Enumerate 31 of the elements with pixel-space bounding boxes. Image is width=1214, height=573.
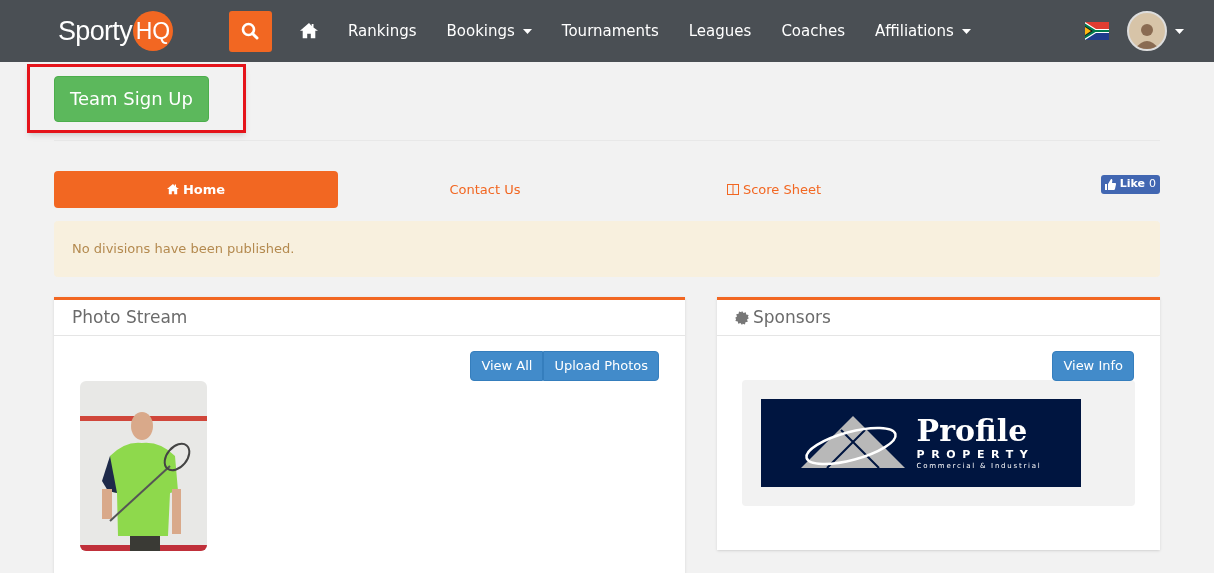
- panel-title: Photo Stream: [72, 305, 188, 329]
- view-info-button[interactable]: View Info: [1052, 351, 1134, 381]
- home-icon: [300, 23, 318, 39]
- nav-link[interactable]: Bookings: [431, 11, 547, 51]
- nav-link[interactable]: Coaches: [766, 11, 860, 51]
- avatar[interactable]: [1127, 11, 1167, 51]
- nav-link[interactable]: Tournaments: [546, 11, 674, 51]
- caret-icon: [522, 28, 532, 34]
- photo-button[interactable]: View All: [470, 351, 544, 381]
- like-button[interactable]: Like 0: [1100, 175, 1160, 194]
- sponsor-line: PROPERTY: [916, 449, 1036, 460]
- panel-title: Sponsors: [753, 305, 831, 329]
- nav-link[interactable]: Affiliations: [860, 11, 986, 51]
- caret-icon: [1175, 28, 1184, 34]
- home-icon: [166, 184, 179, 195]
- badge-icon: [735, 310, 750, 325]
- photo-button[interactable]: Upload Photos: [543, 351, 660, 381]
- nav-link[interactable]: Leagues: [673, 11, 767, 51]
- search-icon: [241, 22, 260, 40]
- thumbs-up-icon: [1104, 179, 1116, 190]
- sponsor-name: Profile: [916, 416, 1029, 446]
- flag-icon[interactable]: [1085, 22, 1109, 40]
- alert: No divisions have been published.: [54, 221, 1160, 277]
- logo[interactable]: SportyHQ: [58, 10, 173, 52]
- search-button[interactable]: [229, 10, 272, 52]
- nav-link[interactable]: Rankings: [333, 11, 432, 51]
- logo-word: Sporty: [58, 14, 132, 48]
- columns-icon: [726, 184, 739, 195]
- caret-icon: [961, 28, 971, 34]
- pyramid-icon: [800, 416, 905, 470]
- logo-badge: HQ: [133, 11, 173, 51]
